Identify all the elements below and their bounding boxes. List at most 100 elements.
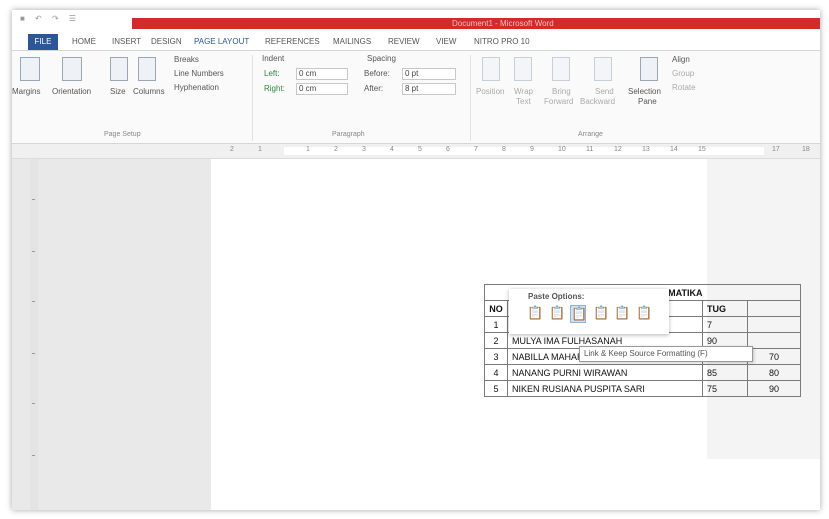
cell-nama: NIKEN RUSIANA PUSPITA SARI xyxy=(507,380,703,397)
arrange-group-label: Arrange xyxy=(578,131,603,138)
columns-button[interactable]: Columns xyxy=(133,87,165,96)
header-no: NO xyxy=(484,300,508,317)
send-backward-button-line2: Backward xyxy=(580,97,616,106)
cell-nama: NANANG PURNI WIRAWAN xyxy=(507,364,703,381)
margins-icon[interactable] xyxy=(20,57,40,81)
paste-picture-icon[interactable]: 📋 xyxy=(614,305,630,321)
cell-value: 90 xyxy=(747,380,801,397)
tab-mailings[interactable]: MAILINGS xyxy=(333,37,371,46)
spacing-after-input[interactable]: 8 pt xyxy=(402,83,456,95)
paste-options-popup: Paste Options: 📋 📋 📋 📋 📋 📋 xyxy=(509,289,669,334)
ruler-tick: 4 xyxy=(390,146,394,153)
spacing-label: Spacing xyxy=(367,54,396,63)
wrap-text-button[interactable]: Wrap xyxy=(514,87,533,96)
indent-left-input[interactable]: 0 cm xyxy=(296,68,348,80)
orientation-button[interactable]: Orientation xyxy=(52,87,91,96)
align-button[interactable]: Align xyxy=(672,55,690,64)
vruler-tick xyxy=(32,403,35,404)
paste-nest-table-icon[interactable]: 📋 xyxy=(527,305,543,321)
table-row[interactable]: 4 NANANG PURNI WIRAWAN 85 80 xyxy=(484,364,801,381)
columns-icon[interactable] xyxy=(138,57,156,81)
margins-button[interactable]: Margins xyxy=(12,87,40,96)
wrap-text-button-line2: Text xyxy=(516,97,531,106)
word-window: ■ ↶ ↷ ☰ Document1 - Microsoft Word FILE … xyxy=(12,10,820,510)
ruler-tick: 18 xyxy=(802,146,810,153)
spacing-before-input[interactable]: 0 pt xyxy=(402,68,456,80)
quick-access-toolbar[interactable]: ■ ↶ ↷ ☰ xyxy=(20,14,80,23)
ribbon: Margins Orientation Size Columns Breaks … xyxy=(12,51,820,144)
cell-value: 85 xyxy=(702,364,748,381)
ruler-tick: 17 xyxy=(772,146,780,153)
ruler-tick: 7 xyxy=(474,146,478,153)
size-icon[interactable] xyxy=(110,57,128,81)
tab-view[interactable]: VIEW xyxy=(436,37,456,46)
bring-forward-button[interactable]: Bring xyxy=(552,87,571,96)
ruler-tick: 5 xyxy=(418,146,422,153)
paste-link-merge-icon[interactable]: 📋 xyxy=(593,305,609,321)
vruler-tick xyxy=(32,199,35,200)
header-empty xyxy=(747,300,801,317)
page-setup-group-label: Page Setup xyxy=(104,131,141,138)
cell-value: 70 xyxy=(747,348,801,365)
title-bar: ■ ↶ ↷ ☰ Document1 - Microsoft Word xyxy=(12,10,820,34)
ruler-tick: 14 xyxy=(670,146,678,153)
document-title: Document1 - Microsoft Word xyxy=(452,19,554,28)
table-row[interactable]: 5 NIKEN RUSIANA PUSPITA SARI 75 90 xyxy=(484,380,801,397)
vruler-tick xyxy=(32,301,35,302)
orientation-icon[interactable] xyxy=(62,57,82,81)
header-tugas: TUG xyxy=(702,300,748,317)
tab-review[interactable]: REVIEW xyxy=(388,37,420,46)
tab-references[interactable]: REFERENCES xyxy=(265,37,320,46)
spacing-after-label: After: xyxy=(364,84,384,93)
horizontal-ruler[interactable]: 2 1 1 2 3 4 5 6 7 8 9 10 11 12 13 14 15 … xyxy=(12,144,820,159)
ruler-tick: 3 xyxy=(362,146,366,153)
paste-keep-text-only-icon[interactable]: 📋 xyxy=(636,305,652,321)
ruler-tick: 13 xyxy=(642,146,650,153)
tab-home[interactable]: HOME xyxy=(72,37,96,46)
position-button[interactable]: Position xyxy=(476,87,504,96)
selection-pane-button-line2: Pane xyxy=(638,97,657,106)
cell-no: 4 xyxy=(484,364,508,381)
vertical-ruler[interactable] xyxy=(30,159,38,510)
ruler-tick: 9 xyxy=(530,146,534,153)
paste-option-tooltip: Link & Keep Source Formatting (F) xyxy=(579,346,753,362)
vruler-tick xyxy=(32,455,35,456)
bring-forward-icon[interactable] xyxy=(552,57,570,81)
tab-design[interactable]: DESIGN xyxy=(151,37,182,46)
paste-merge-table-icon[interactable]: 📋 xyxy=(549,305,565,321)
breaks-button[interactable]: Breaks xyxy=(174,55,199,64)
ruler-tick: 10 xyxy=(558,146,566,153)
group-divider xyxy=(470,55,471,141)
ruler-text-area xyxy=(284,147,764,155)
selection-pane-icon[interactable] xyxy=(640,57,658,81)
cell-value: 7 xyxy=(702,316,748,333)
ruler-tick: 1 xyxy=(258,146,262,153)
tab-page-layout[interactable]: PAGE LAYOUT xyxy=(194,37,249,46)
selection-pane-button[interactable]: Selection xyxy=(628,87,661,96)
indent-right-label: Right: xyxy=(264,84,285,93)
tab-insert[interactable]: INSERT xyxy=(112,37,141,46)
paste-options-title: Paste Options: xyxy=(528,292,585,301)
group-divider xyxy=(252,55,253,141)
cell-no: 1 xyxy=(484,316,508,333)
cell-value: 75 xyxy=(702,380,748,397)
tab-nitro-pro[interactable]: NITRO PRO 10 xyxy=(474,37,530,46)
position-icon[interactable] xyxy=(482,57,500,81)
wrap-text-icon[interactable] xyxy=(514,57,532,81)
line-numbers-button[interactable]: Line Numbers xyxy=(174,69,224,78)
spacing-before-label: Before: xyxy=(364,69,390,78)
rotate-button[interactable]: Rotate xyxy=(672,83,696,92)
size-button[interactable]: Size xyxy=(110,87,126,96)
document-area: TABEL NILAI INFORMATIKA NO NAMA TUG 1 MU… xyxy=(12,159,820,510)
indent-left-label: Left: xyxy=(264,69,280,78)
cell-value xyxy=(747,316,801,333)
group-objects-button[interactable]: Group xyxy=(672,69,694,78)
send-backward-icon[interactable] xyxy=(594,57,612,81)
vruler-tick xyxy=(32,353,35,354)
send-backward-button[interactable]: Send xyxy=(595,87,614,96)
hyphenation-button[interactable]: Hyphenation xyxy=(174,83,219,92)
indent-right-input[interactable]: 0 cm xyxy=(296,83,348,95)
paste-link-keep-source-icon[interactable]: 📋 xyxy=(570,305,587,323)
tab-file[interactable]: FILE xyxy=(28,34,58,50)
document-page[interactable]: TABEL NILAI INFORMATIKA NO NAMA TUG 1 MU… xyxy=(211,159,820,510)
